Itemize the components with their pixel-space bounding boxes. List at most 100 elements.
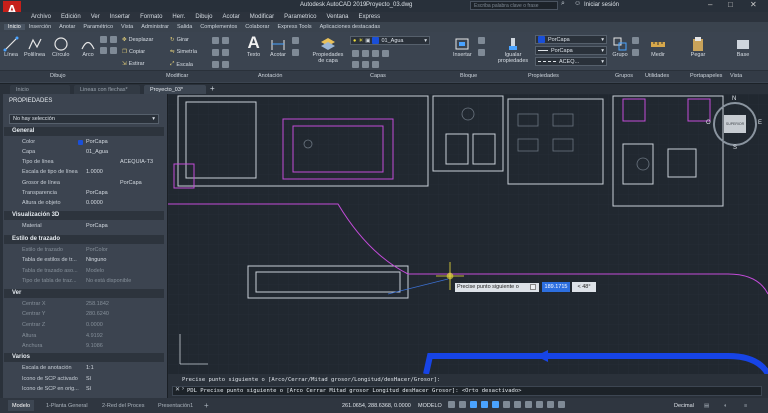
group-button[interactable]: Grupo (612, 36, 628, 58)
panel-label-anotacion[interactable]: Anotación (258, 73, 282, 79)
snap-toggle-icon[interactable] (459, 401, 466, 408)
model-space-toggle[interactable]: MODELO (414, 400, 446, 411)
angle-input[interactable]: < 48° (572, 282, 596, 292)
prop-row[interactable]: Icono de SCP en orig... Sí (0, 385, 167, 394)
panel-label-propiedades[interactable]: Propiedades (528, 73, 559, 79)
section-viz3d[interactable]: Visualización 3D (4, 211, 164, 220)
tab-colaborar[interactable]: Colaborar (241, 24, 273, 30)
panel-label-modificar[interactable]: Modificar (166, 73, 188, 79)
hatch-icon[interactable] (110, 36, 117, 43)
tab-parametrico[interactable]: Paramétrico (79, 24, 117, 30)
doc-tab-lineas[interactable]: Lineas con flechas* (74, 85, 140, 94)
viewcube-east[interactable]: E (758, 120, 762, 126)
panel-label-vista[interactable]: Vista (730, 73, 742, 79)
insert-block-button[interactable]: Insertar (453, 36, 472, 58)
doc-tab-proyecto[interactable]: Proyecto_03* (144, 85, 206, 94)
base-view-button[interactable]: Base (735, 36, 751, 58)
prop-row[interactable]: Color PorCapa (0, 138, 167, 147)
gradient-icon[interactable] (110, 47, 117, 54)
tab-complementos[interactable]: Complementos (196, 24, 241, 30)
tab-administrar[interactable]: Administrar (137, 24, 173, 30)
user-icon[interactable]: ☺ (574, 0, 581, 7)
stretch-button[interactable]: ⇲ Estirar (122, 61, 145, 67)
layer-tool-icon[interactable] (362, 50, 369, 57)
panel-label-dibujo[interactable]: Dibujo (50, 73, 66, 79)
quick-properties-icon[interactable]: ▤ (700, 400, 713, 411)
grid-toggle-icon[interactable] (448, 401, 455, 408)
section-view[interactable]: Ver (4, 289, 164, 298)
layout-tab-planta[interactable]: 1-Planta General (42, 400, 92, 411)
rotate-button[interactable]: ↻ Girar (170, 37, 189, 43)
scale-button[interactable]: ⤢ Escala (170, 61, 193, 68)
panel-label-bloque[interactable]: Bloque (460, 73, 477, 79)
section-misc[interactable]: Varios (4, 353, 164, 362)
match-properties-button[interactable]: Igualar propiedades (495, 36, 531, 64)
section-general[interactable]: General (4, 127, 164, 136)
customize-menu-icon[interactable]: ≡ (740, 400, 751, 411)
prop-row[interactable]: Centrar Y 280.6240 (0, 310, 167, 319)
text-button[interactable]: A Texto (247, 34, 260, 59)
circle-button[interactable]: Círculo (52, 36, 69, 58)
drawing-canvas[interactable]: N S E O SUPERIOR Precise punto siguiente… (163, 94, 768, 376)
tab-vista[interactable]: Vista (117, 24, 137, 30)
color-dropdown[interactable]: PorCapa ▾ (535, 35, 607, 44)
array-icon[interactable] (212, 61, 219, 68)
paste-button[interactable]: Pegar (690, 36, 706, 58)
options-arrow-icon[interactable] (530, 284, 536, 290)
panel-label-grupos[interactable]: Grupos (615, 73, 633, 79)
lineweight-dropdown[interactable]: PorCapa ▾ (535, 46, 607, 55)
layer-dropdown[interactable]: ● ☀ ▣ 01_Agua ▾ (350, 36, 430, 45)
command-input[interactable]: PDL Precise punto siguiente o [Arco Cerr… (172, 386, 762, 396)
selection-dropdown[interactable]: No hay selección ▾ (9, 114, 159, 124)
prop-row[interactable]: Escala de tipo de línea 1.0000 (0, 168, 167, 177)
signin-link[interactable]: Iniciar sesión (584, 2, 619, 8)
prop-row[interactable]: Escala de anotación 1:1 (0, 364, 167, 373)
prop-row[interactable]: Altura de objeto 0.0000 (0, 199, 167, 208)
close-button[interactable]: ✕ (750, 0, 757, 9)
distance-input[interactable]: 189.1715 (542, 282, 570, 292)
prop-row[interactable]: Altura 4.9192 (0, 332, 167, 341)
viewcube[interactable]: N S E O SUPERIOR (706, 96, 762, 151)
layout-tab-red[interactable]: 2-Red del Proces (98, 400, 149, 411)
tab-insercion[interactable]: Inserción (25, 24, 55, 30)
search-icon[interactable]: ⌕ (561, 0, 565, 8)
tab-inicio[interactable]: Inicio (4, 24, 25, 30)
layer-tool-icon[interactable] (372, 61, 379, 68)
menu-item-parametrico[interactable]: Parametrico (279, 14, 321, 20)
explode-icon[interactable] (222, 49, 229, 56)
erase-icon[interactable] (222, 37, 229, 44)
prop-row[interactable]: Capa 01_Agua (0, 148, 167, 157)
menu-item-modificar[interactable]: Modificar (245, 14, 279, 20)
layout-tab-presentacion[interactable]: Presentación1 (154, 400, 197, 411)
lineweight-toggle-icon[interactable] (514, 401, 521, 408)
prop-row[interactable]: Transparencia PorCapa (0, 189, 167, 198)
ungroup-icon[interactable] (632, 37, 639, 44)
tab-express-tools[interactable]: Express Tools (273, 24, 315, 30)
transparency-toggle-icon[interactable] (525, 401, 532, 408)
doc-tab-inicio[interactable]: Inicio (10, 85, 70, 94)
prop-row[interactable]: Tabla de estilos de tr... Ninguno (0, 256, 167, 265)
prop-row[interactable]: Tipo de tabla de traz... No está disponib… (0, 277, 167, 286)
move-button[interactable]: ✥ Desplazar (122, 37, 153, 43)
viewcube-south[interactable]: S (733, 145, 737, 151)
section-plot-style[interactable]: Estilo de trazado (4, 235, 164, 244)
menu-item-formato[interactable]: Formato (135, 14, 167, 20)
command-chevron-icon[interactable]: › (182, 386, 184, 392)
polar-toggle-icon[interactable] (481, 401, 488, 408)
minimize-button[interactable]: – (708, 0, 712, 9)
create-block-icon[interactable] (478, 37, 485, 44)
copy-button[interactable]: ❐ Copiar (122, 49, 145, 55)
menu-item-ventana[interactable]: Ventana (321, 14, 353, 20)
layer-tool-icon[interactable] (352, 61, 359, 68)
viewcube-north[interactable]: N (732, 96, 736, 102)
menu-item-express[interactable]: Express (354, 14, 386, 20)
menu-item-edicion[interactable]: Edición (56, 14, 86, 20)
menu-item-archivo[interactable]: Archivo (26, 14, 56, 20)
line-button[interactable]: Línea (3, 36, 19, 58)
new-tab-icon[interactable]: + (210, 84, 215, 93)
maximize-button[interactable]: □ (728, 0, 733, 9)
tab-aplicaciones[interactable]: Aplicaciones destacadas (316, 24, 385, 30)
arc-button[interactable]: Arco (80, 36, 96, 58)
selection-cycling-icon[interactable] (536, 401, 543, 408)
leader-icon[interactable] (292, 37, 299, 44)
